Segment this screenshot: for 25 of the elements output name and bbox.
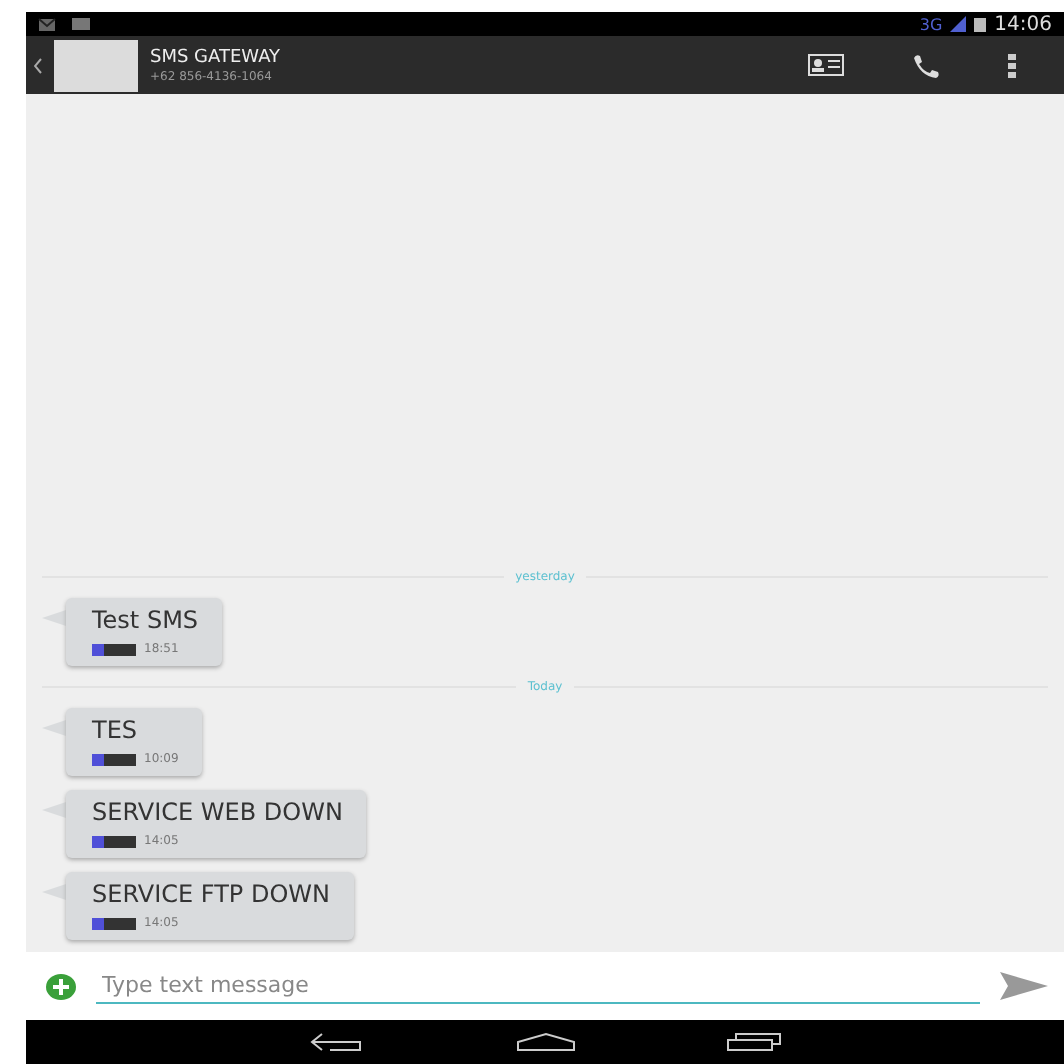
message-input[interactable]: Type text message	[96, 968, 980, 1004]
mail-icon	[38, 17, 56, 31]
network-type: 3G	[919, 15, 943, 33]
message-text: SERVICE WEB DOWN	[92, 798, 343, 826]
contact-name: SMS GATEWAY	[150, 47, 281, 67]
send-icon[interactable]	[1000, 972, 1048, 1000]
phone-icon[interactable]	[912, 53, 940, 77]
contact-card-icon[interactable]	[808, 54, 844, 76]
add-icon[interactable]	[46, 973, 76, 999]
sim-badge-icon	[92, 753, 136, 765]
message-text: SERVICE FTP DOWN	[92, 880, 331, 908]
sim-badge-icon	[92, 917, 136, 929]
back-icon[interactable]	[34, 57, 42, 73]
message-text: Test SMS	[92, 606, 199, 634]
signal-icon	[950, 16, 967, 32]
message-text: TES	[92, 716, 140, 744]
back-icon[interactable]	[309, 1032, 365, 1052]
clock: 14:06	[994, 13, 1052, 35]
sim-badge-icon	[92, 835, 136, 847]
battery-icon	[974, 16, 987, 32]
recent-apps-icon[interactable]	[725, 1032, 781, 1052]
sim-badge-icon	[92, 643, 136, 655]
home-icon[interactable]	[515, 1032, 575, 1052]
contact-avatar	[54, 39, 138, 91]
more-icon[interactable]	[1008, 53, 1016, 77]
